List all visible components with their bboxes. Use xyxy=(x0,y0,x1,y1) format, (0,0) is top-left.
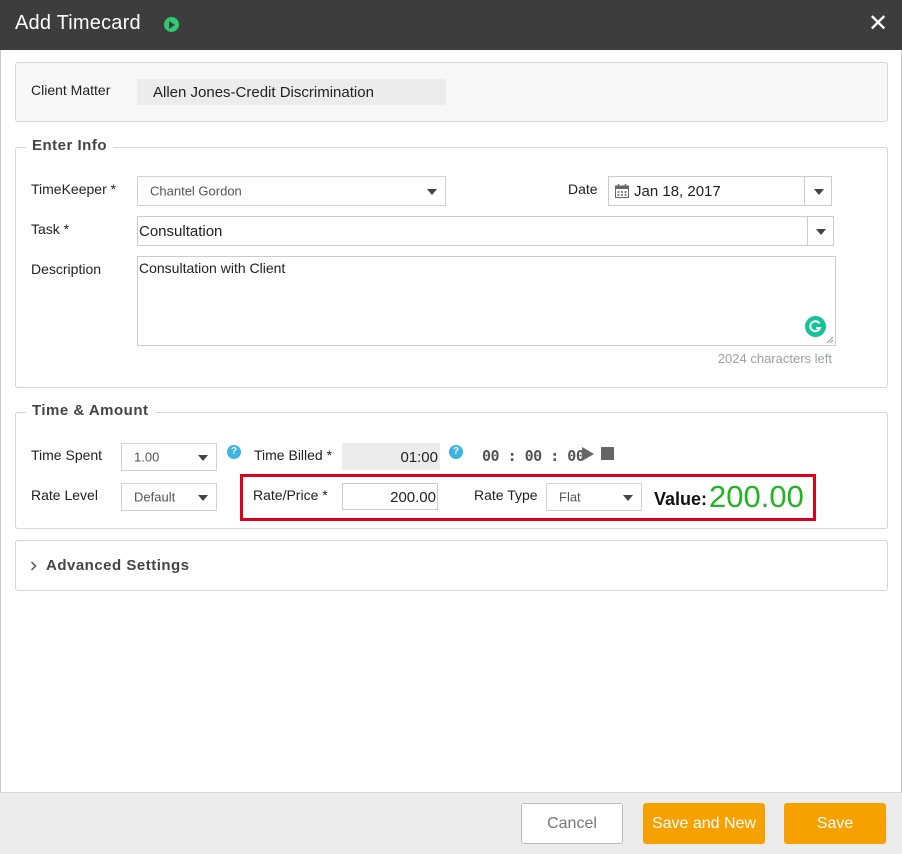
advanced-settings-toggle[interactable]: Advanced Settings xyxy=(15,540,888,591)
timekeeper-label: TimeKeeper * xyxy=(31,181,117,197)
task-label: Task * xyxy=(31,221,70,237)
help-icon[interactable]: ? xyxy=(449,445,463,459)
description-label: Description xyxy=(31,261,102,277)
time-amount-panel: Time & Amount Time Spent 1.00 ? Time Bil… xyxy=(15,402,888,529)
chevron-down-icon xyxy=(198,455,208,461)
rate-level-select[interactable]: Default xyxy=(121,483,217,511)
time-amount-legend: Time & Amount xyxy=(26,402,155,419)
chevron-down-icon xyxy=(623,495,633,501)
timekeeper-select[interactable]: Chantel Gordon xyxy=(137,176,446,206)
time-spent-select[interactable]: 1.00 xyxy=(121,443,217,471)
dialog-titlebar: Add Timecard ✕ xyxy=(0,0,902,50)
time-billed-label: Time Billed * xyxy=(254,447,333,463)
chevron-down-icon xyxy=(427,189,437,195)
resize-handle-icon[interactable] xyxy=(826,336,834,344)
time-billed-value: 01:00 xyxy=(400,449,438,466)
dialog-title: Add Timecard xyxy=(15,12,141,34)
dialog-footer: Cancel Save and New Save xyxy=(0,792,902,854)
chevron-right-icon xyxy=(30,561,37,571)
chevron-down-icon[interactable] xyxy=(816,229,826,235)
calendar-icon xyxy=(615,184,629,198)
client-matter-panel: Client Matter Allen Jones-Credit Discrim… xyxy=(15,62,888,122)
description-textarea[interactable]: Consultation with Client xyxy=(137,256,836,346)
description-value: Consultation with Client xyxy=(139,260,286,276)
date-picker[interactable]: Jan 18, 2017 xyxy=(608,176,832,206)
play-timer-icon[interactable] xyxy=(582,447,594,461)
rate-type-select[interactable]: Flat xyxy=(546,483,642,511)
value-label: Value: xyxy=(654,489,708,509)
task-value: Consultation xyxy=(139,223,223,240)
rate-level-label: Rate Level xyxy=(31,487,98,503)
rate-price-input[interactable]: 200.00 xyxy=(342,483,438,510)
value-amount: 200.00 xyxy=(709,479,804,514)
stop-timer-icon[interactable] xyxy=(601,447,614,460)
enter-info-legend: Enter Info xyxy=(26,137,113,154)
client-matter-label: Client Matter xyxy=(31,82,111,98)
date-divider xyxy=(804,177,805,205)
enter-info-panel: Enter Info TimeKeeper * Chantel Gordon D… xyxy=(15,137,888,388)
date-value: Jan 18, 2017 xyxy=(634,183,721,200)
task-divider xyxy=(807,217,808,245)
client-matter-field: Allen Jones-Credit Discrimination xyxy=(137,79,446,105)
chevron-down-icon[interactable] xyxy=(814,189,824,195)
rate-price-label: Rate/Price * xyxy=(253,487,328,503)
rate-type-label: Rate Type xyxy=(474,487,538,503)
chevron-down-icon xyxy=(198,495,208,501)
rate-price-value: 200.00 xyxy=(390,489,436,506)
time-billed-field[interactable]: 01:00 xyxy=(342,443,440,470)
advanced-settings-label: Advanced Settings xyxy=(46,557,190,574)
play-icon[interactable] xyxy=(164,17,179,32)
save-button[interactable]: Save xyxy=(784,803,886,844)
task-select[interactable]: Consultation xyxy=(137,216,834,246)
client-matter-value: Allen Jones-Credit Discrimination xyxy=(153,84,374,101)
date-label: Date xyxy=(568,181,598,197)
timekeeper-value: Chantel Gordon xyxy=(150,183,242,199)
help-icon[interactable]: ? xyxy=(227,445,241,459)
time-spent-label: Time Spent xyxy=(31,447,103,463)
time-spent-value: 1.00 xyxy=(134,449,160,465)
save-and-new-button[interactable]: Save and New xyxy=(643,803,765,844)
rate-level-value: Default xyxy=(134,489,176,505)
close-icon[interactable]: ✕ xyxy=(866,11,890,37)
cancel-button[interactable]: Cancel xyxy=(521,803,623,844)
rate-type-value: Flat xyxy=(559,489,581,505)
chars-left-text: 2024 characters left xyxy=(717,351,832,366)
grammarly-icon[interactable] xyxy=(805,316,826,337)
timer-display: 00 : 00 : 00 xyxy=(482,447,585,465)
